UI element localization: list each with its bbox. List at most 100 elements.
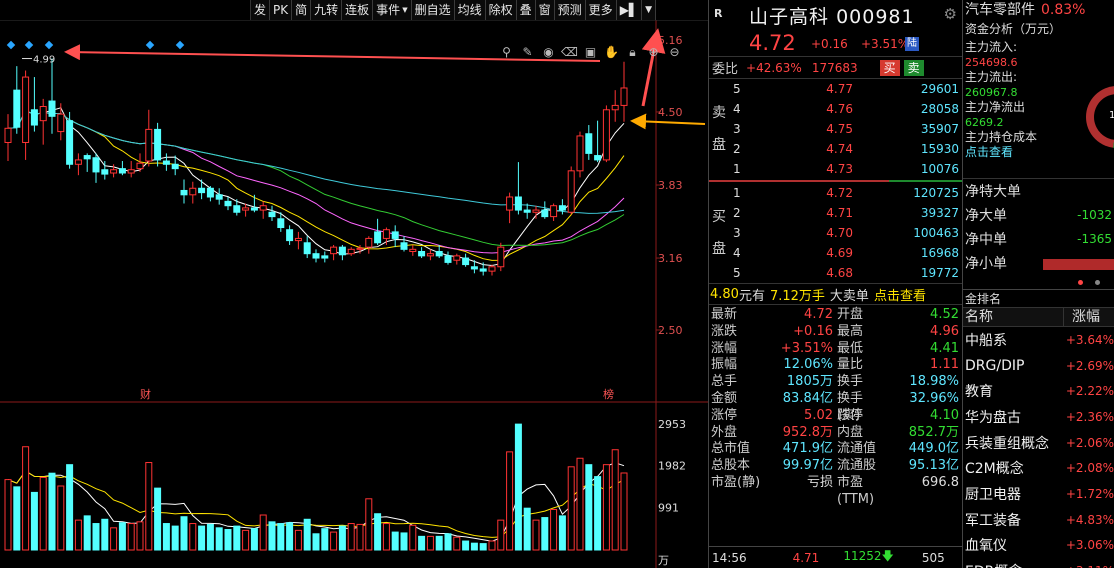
ask-row[interactable]: 4 4.76 28058 xyxy=(709,99,962,119)
magnet-icon[interactable]: ⚲ xyxy=(498,44,515,60)
net-flows: 净特大单 净大单 -1032 净中单 -1365 净小单 xyxy=(963,178,1114,275)
rank-item[interactable]: EDR概念+3.11% xyxy=(963,558,1114,568)
ask-row[interactable]: 2 4.74 15930 xyxy=(709,139,962,159)
big-order-link[interactable]: 点击查看 xyxy=(874,285,926,304)
volume-bar xyxy=(365,498,373,551)
eye-icon[interactable]: ◉ xyxy=(540,44,557,60)
bid-row[interactable]: 1 4.72 120725 xyxy=(709,183,962,203)
volume-bar xyxy=(268,521,276,551)
rank-item[interactable]: 血氧仪 +3.06% xyxy=(963,533,1114,559)
page-dots[interactable] xyxy=(963,275,1114,289)
candle-body xyxy=(13,89,21,128)
bid-row[interactable]: 2 4.71 39327 xyxy=(709,203,962,223)
kline-chart[interactable]: 5.16 4.50 3.83 3.16 2.50 2953 1982 991 万 4.99 财榜 … xyxy=(0,20,708,568)
stat-label: 换手(实) xyxy=(837,390,864,423)
toolbar-button-jiuzhuan[interactable]: 九转 xyxy=(311,0,343,20)
clipboard-icon[interactable]: ▣ xyxy=(582,44,599,60)
toolbar-button-fa[interactable]: 发 xyxy=(251,0,271,20)
toolbar-expand-icon[interactable]: ▶▌ xyxy=(617,0,643,20)
book-volume: 35907 xyxy=(920,122,959,136)
book-volume: 19772 xyxy=(920,266,959,280)
outflow-label: 主力流出: xyxy=(965,70,1018,84)
toolbar-button-exright[interactable]: 除权 xyxy=(486,0,517,20)
rank-col-pct[interactable]: 涨幅 xyxy=(1063,308,1114,326)
rank-item[interactable]: DRG/DIP +2.69% xyxy=(963,353,1114,379)
volume-bar xyxy=(286,522,294,551)
volume-bar xyxy=(470,542,478,551)
rank-col-name[interactable]: 名称 xyxy=(963,308,1063,326)
toolbar-button-more[interactable]: 更多 xyxy=(586,0,617,20)
buy-button[interactable]: 买 xyxy=(879,59,900,76)
stat-row: 金额 83.84亿 换手(实) 32.96% xyxy=(709,390,962,423)
stat-value: 4.41 xyxy=(930,340,959,356)
ask-row[interactable]: 3 4.75 35907 xyxy=(709,119,962,139)
volume-bar xyxy=(514,423,522,551)
stock-name: 山子高科 000981 xyxy=(749,6,915,28)
net-small: 净小单 xyxy=(963,251,1114,275)
tick-volume: 11252🡇 xyxy=(843,549,894,563)
hand-icon[interactable]: ✋ xyxy=(603,44,620,60)
candle-body xyxy=(286,229,294,242)
price-change-pct: +3.51% xyxy=(861,37,910,51)
toolbar-button-moving-average[interactable]: 均线 xyxy=(455,0,486,20)
toolbar-button-lianban[interactable]: 连板 xyxy=(342,0,374,20)
bid-row[interactable]: 3 4.70 100463 xyxy=(709,223,962,243)
rank-item[interactable]: 兵装重组概念 +2.06% xyxy=(963,430,1114,456)
book-volume: 16968 xyxy=(920,246,959,260)
ma60-line xyxy=(7,110,625,214)
rank-item[interactable]: 厨卫电器 +1.72% xyxy=(963,481,1114,507)
stat-value: 4.10 xyxy=(930,407,959,423)
candle-body xyxy=(558,205,566,211)
zoom-out-icon[interactable]: ⊖ xyxy=(666,44,683,60)
volume-bar xyxy=(453,536,461,551)
toolbar-button-shijian[interactable]: 事件 xyxy=(373,0,412,20)
gear-icon[interactable]: ⚙ xyxy=(944,5,957,23)
holding-cost-link[interactable]: 点击查看 xyxy=(963,145,1114,160)
candle-body xyxy=(250,207,258,211)
stat-label: 量比 xyxy=(837,357,864,373)
sector-header[interactable]: 汽车零部件 0.83% xyxy=(963,0,1114,20)
brush-icon[interactable]: ✎ xyxy=(519,44,536,60)
volume-bar xyxy=(312,533,320,551)
order-ratio-label: 委比 xyxy=(712,62,739,77)
toolbar-dropdown-icon[interactable]: ▼ xyxy=(642,0,657,20)
volume-ma10-line xyxy=(7,470,625,538)
rank-item[interactable]: 教育 +2.22% xyxy=(963,378,1114,404)
volume-bar xyxy=(30,491,38,551)
stat-label: 流通值 xyxy=(837,441,877,457)
chart-canvas[interactable]: 5.164.503.833.162.5029531982991万 4.99财榜 xyxy=(0,20,708,568)
toolbar-button-overlay[interactable]: 叠 xyxy=(517,0,536,20)
eraser-icon[interactable]: ⌫ xyxy=(561,44,578,60)
toolbar-button-forecast[interactable]: 预测 xyxy=(555,0,586,20)
rank-item[interactable]: C2M概念 +2.08% xyxy=(963,455,1114,481)
book-level: 3 xyxy=(733,122,741,136)
rank-item[interactable]: 华为盘古 +2.36% xyxy=(963,404,1114,430)
sell-button[interactable]: 卖 xyxy=(903,59,924,76)
toolbar-button-jian[interactable]: 简 xyxy=(292,0,312,20)
candle-body xyxy=(506,196,514,211)
inflow-label: 主力流入: xyxy=(965,40,1018,54)
stat-value: 4.72 xyxy=(804,307,833,322)
bid-side-label-2: 盘 xyxy=(712,241,726,257)
toolbar-button-window[interactable]: 窗 xyxy=(536,0,555,20)
lock-icon[interactable]: 🔒︎ xyxy=(624,44,641,60)
bid-row[interactable]: 5 4.68 19772 xyxy=(709,263,962,283)
candle-body xyxy=(66,120,74,165)
book-volume: 28058 xyxy=(920,102,959,116)
book-volume: 100463 xyxy=(913,226,959,240)
quote-stats: 最新 4.72 开盘 4.52 涨跌 +0.16 最高 4.96 涨幅 +3.51% 最低 4.41 振… xyxy=(709,305,962,507)
ask-row[interactable]: 1 4.73 10076 xyxy=(709,159,962,179)
ma20-line xyxy=(7,110,625,254)
rank-item[interactable]: 中船系 +3.64% xyxy=(963,327,1114,353)
toolbar-button-remove-watchlist[interactable]: 删自选 xyxy=(412,0,455,20)
ask-row[interactable]: 5 4.77 29601 xyxy=(709,79,962,99)
stat-label: 最高 xyxy=(837,323,864,339)
volume-bar xyxy=(39,476,47,551)
bid-row[interactable]: 4 4.69 16968 xyxy=(709,243,962,263)
r-badge: R xyxy=(714,7,723,20)
candle-body xyxy=(154,128,162,161)
zoom-in-icon[interactable]: ⊕ xyxy=(645,44,662,60)
toolbar-button-pk[interactable]: PK xyxy=(270,0,293,20)
stat-value: 亏损 xyxy=(806,474,833,490)
rank-item[interactable]: 军工装备 +4.83% xyxy=(963,507,1114,533)
